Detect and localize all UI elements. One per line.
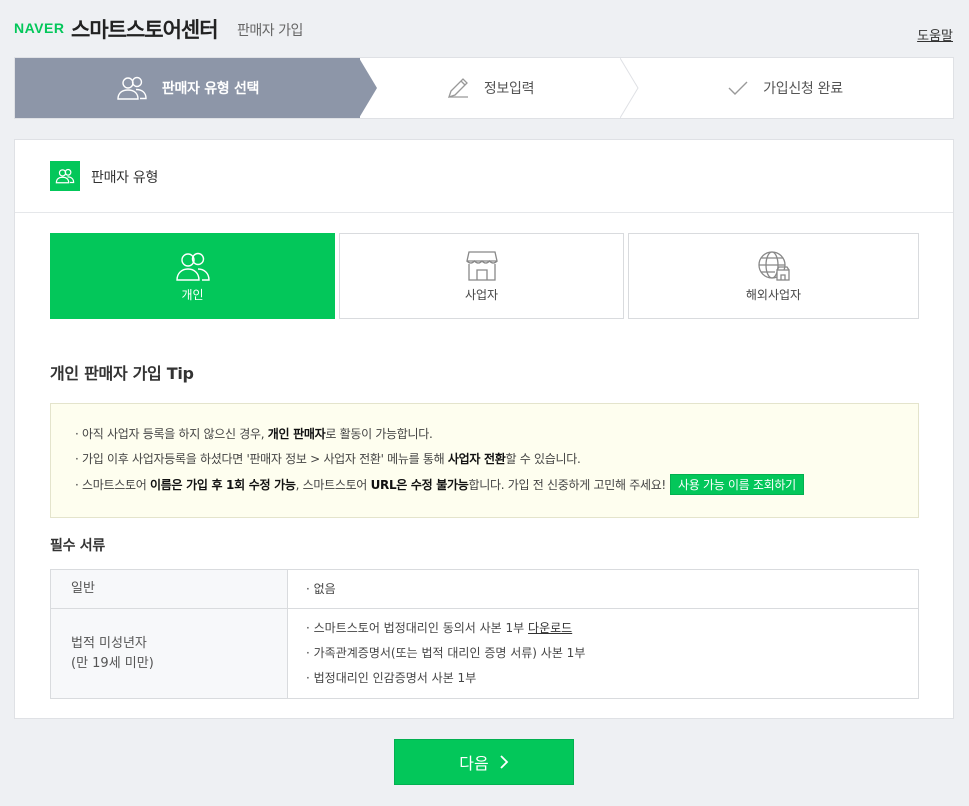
step-complete: 가입신청 완료 bbox=[620, 58, 953, 118]
section-title: 판매자 유형 bbox=[91, 170, 159, 186]
seller-type-overseas[interactable]: 해외사업자 bbox=[628, 233, 919, 319]
step-info-input: 정보입력 bbox=[360, 58, 620, 118]
step-label: 가입신청 완료 bbox=[763, 81, 843, 97]
seller-type-options: 개인 사업자 해외사업자 bbox=[50, 233, 919, 319]
card-header: 판매자 유형 bbox=[15, 140, 953, 213]
row-header: 일반 bbox=[51, 570, 288, 608]
step-label: 판매자 유형 선택 bbox=[161, 81, 260, 97]
tip-text: 로 활동이 가능합니다. bbox=[325, 427, 433, 441]
person-icon bbox=[175, 252, 210, 281]
step-progress: 판매자 유형 선택 정보입력 가입신청 완료 bbox=[14, 57, 954, 119]
doc-item: · 법정대리인 인감증명서 사본 1부 bbox=[306, 671, 477, 685]
help-link[interactable]: 도움말 bbox=[917, 25, 953, 44]
table-row: 법적 미성년자 (만 19세 미만) · 스마트스토어 법정대리인 동의서 사본… bbox=[51, 609, 918, 698]
tip-text: 할 수 있습니다. bbox=[505, 452, 581, 466]
step-label: 정보입력 bbox=[483, 81, 535, 97]
tip-line-3: · 스마트스토어 이름은 가입 후 1회 수정 가능, 스마트스토어 URL은 … bbox=[75, 474, 918, 499]
row-content: · 스마트스토어 법정대리인 동의서 사본 1부 다운로드 · 가족관계증명서(… bbox=[288, 609, 918, 698]
users-icon bbox=[50, 161, 80, 191]
seller-type-card: 판매자 유형 개인 사업자 해외사업자 개인 판매자 가입 Tip · 아직 사… bbox=[14, 139, 954, 719]
tip-line-2: · 가입 이후 사업자등록을 하셨다면 '판매자 정보 > 사업자 전환' 메뉴… bbox=[75, 449, 918, 474]
users-icon bbox=[117, 76, 147, 100]
row-header: 법적 미성년자 (만 19세 미만) bbox=[51, 609, 288, 698]
tip-line-1: · 아직 사업자 등록을 하지 않으신 경우, 개인 판매자로 활동이 가능합니… bbox=[75, 424, 918, 449]
page-subtitle: 판매자 가입 bbox=[237, 23, 303, 39]
table-row: 일반 · 없음 bbox=[51, 570, 918, 609]
tip-bold: URL은 수정 불가능 bbox=[370, 478, 469, 492]
download-link[interactable]: 다운로드 bbox=[528, 621, 572, 635]
tip-bold: 이름은 가입 후 1회 수정 가능 bbox=[149, 478, 296, 492]
tip-box: · 아직 사업자 등록을 하지 않으신 경우, 개인 판매자로 활동이 가능합니… bbox=[50, 403, 919, 518]
seller-type-label: 개인 bbox=[181, 287, 204, 302]
check-icon bbox=[728, 81, 748, 95]
tip-bold: 사업자 전환 bbox=[447, 452, 506, 466]
next-button-label: 다음 bbox=[459, 754, 489, 773]
check-name-button[interactable]: 사용 가능 이름 조회하기 bbox=[669, 474, 804, 495]
doc-item: · 가족관계증명서(또는 법적 대리인 증명 서류) 사본 1부 bbox=[306, 646, 586, 660]
brand-title[interactable]: 스마트스토어센터 bbox=[71, 14, 219, 44]
globe-store-icon bbox=[757, 250, 790, 281]
seller-type-business[interactable]: 사업자 bbox=[339, 233, 624, 319]
tip-text: 합니다. 가입 전 신중하게 고민해 주세요! bbox=[468, 478, 667, 492]
doc-item: · 없음 bbox=[306, 581, 336, 596]
row-header-subtext: (만 19세 미만) bbox=[71, 655, 154, 671]
next-button[interactable]: 다음 bbox=[394, 739, 574, 785]
seller-type-label: 해외사업자 bbox=[745, 287, 802, 302]
row-header-text: 일반 bbox=[71, 581, 95, 596]
tip-text: · 스마트스토어 bbox=[75, 478, 150, 492]
tip-text: · 아직 사업자 등록을 하지 않으신 경우, bbox=[75, 427, 268, 441]
doc-text: · 스마트스토어 법정대리인 동의서 사본 1부 bbox=[306, 621, 529, 635]
doc-item: · 스마트스토어 법정대리인 동의서 사본 1부 다운로드 bbox=[306, 616, 918, 641]
tip-bold: 개인 판매자 bbox=[267, 427, 326, 441]
store-icon bbox=[465, 250, 498, 281]
required-docs-title: 필수 서류 bbox=[50, 538, 105, 554]
tip-title: 개인 판매자 가입 Tip bbox=[50, 364, 194, 383]
required-docs-table: 일반 · 없음 법적 미성년자 (만 19세 미만) · 스마트스토어 법정대리… bbox=[50, 569, 919, 699]
naver-logo[interactable]: NAVER bbox=[14, 20, 64, 36]
row-header-text: 법적 미성년자 bbox=[71, 635, 147, 651]
tip-text: , 스마트스토어 bbox=[295, 478, 371, 492]
seller-type-label: 사업자 bbox=[464, 287, 499, 302]
step-seller-type: 판매자 유형 선택 bbox=[15, 58, 360, 118]
seller-type-individual[interactable]: 개인 bbox=[50, 233, 335, 319]
pencil-icon bbox=[447, 78, 468, 99]
chevron-right-icon bbox=[500, 755, 508, 769]
tip-text: · 가입 이후 사업자등록을 하셨다면 '판매자 정보 > 사업자 전환' 메뉴… bbox=[75, 452, 448, 466]
row-content: · 없음 bbox=[288, 570, 918, 608]
header: NAVER 스마트스토어센터 판매자 가입 도움말 bbox=[0, 0, 969, 56]
